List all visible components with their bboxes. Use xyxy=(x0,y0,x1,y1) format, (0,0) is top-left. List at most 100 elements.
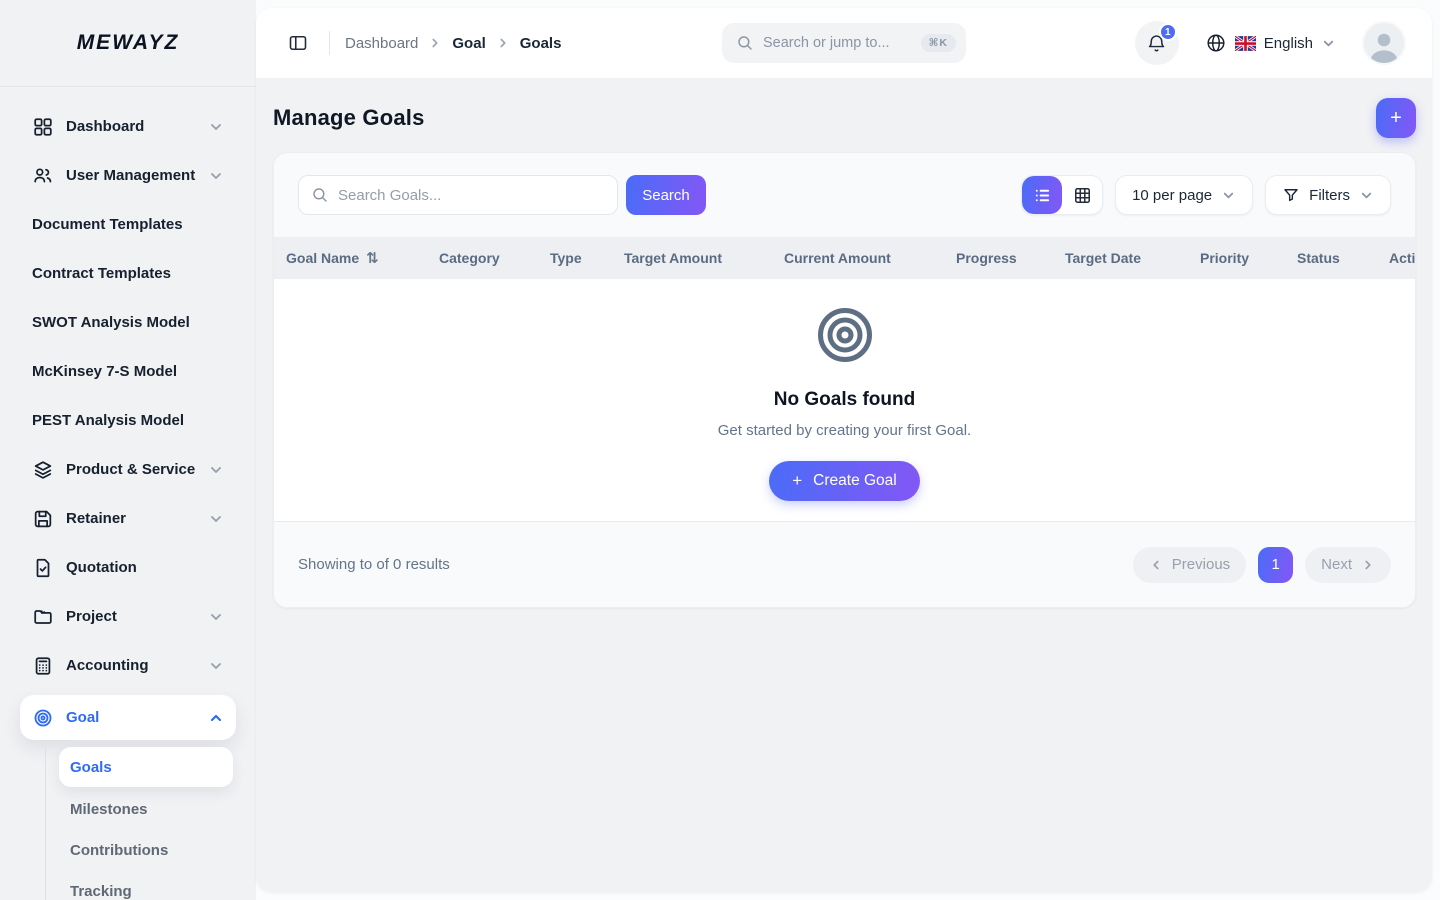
column-status: Status xyxy=(1297,250,1389,266)
subitem-label: Tracking xyxy=(70,883,132,900)
goal-submenu: Goals Milestones Contributions Tracking xyxy=(45,747,236,900)
topbar: Dashboard Goal Goals ⌘K 1 xyxy=(256,8,1432,78)
goals-search-field[interactable] xyxy=(298,175,618,215)
panel-left-icon xyxy=(288,33,308,53)
toolbar-right: 10 per page Filters xyxy=(1021,175,1391,215)
column-progress: Progress xyxy=(956,250,1065,266)
sidebar-item-label: Project xyxy=(66,607,196,627)
breadcrumb-goal[interactable]: Goal xyxy=(452,35,485,52)
grid-view-button[interactable] xyxy=(1062,176,1102,214)
next-label: Next xyxy=(1321,556,1352,573)
chevron-right-icon xyxy=(1361,558,1375,572)
sidebar-item-accounting[interactable]: Accounting xyxy=(20,646,236,686)
users-icon xyxy=(32,165,54,187)
view-toggle xyxy=(1021,175,1103,215)
layers-icon xyxy=(32,459,54,481)
grid-icon xyxy=(32,116,54,138)
create-goal-button[interactable]: + Create Goal xyxy=(769,461,920,501)
notifications-button[interactable]: 1 xyxy=(1135,21,1179,65)
user-silhouette-icon xyxy=(1366,29,1402,63)
title-row: Manage Goals + xyxy=(273,98,1416,138)
sidebar-item-document-templates[interactable]: Document Templates xyxy=(20,205,236,245)
breadcrumb-goals[interactable]: Goals xyxy=(520,35,562,52)
sidebar-subitem-contributions[interactable]: Contributions xyxy=(59,831,233,869)
target-icon xyxy=(816,306,874,364)
filters-button[interactable]: Filters xyxy=(1265,175,1391,215)
empty-state: No Goals found Get started by creating y… xyxy=(274,279,1415,521)
column-type: Type xyxy=(550,250,624,266)
search-icon xyxy=(311,186,329,204)
breadcrumb-dashboard[interactable]: Dashboard xyxy=(345,35,418,52)
empty-state-subtitle: Get started by creating your first Goal. xyxy=(274,422,1415,439)
previous-page-button[interactable]: Previous xyxy=(1133,547,1246,583)
column-label: Goal Name xyxy=(286,250,359,266)
sidebar-item-dashboard[interactable]: Dashboard xyxy=(20,107,236,147)
chevron-up-icon xyxy=(208,710,224,726)
table-grid-icon xyxy=(1073,186,1092,205)
sidebar-item-pest-analysis[interactable]: PEST Analysis Model xyxy=(20,401,236,441)
column-current-amount: Current Amount xyxy=(784,250,956,266)
sidebar-item-product-service[interactable]: Product & Service xyxy=(20,450,236,490)
per-page-value: 10 per page xyxy=(1132,187,1212,204)
sidebar-item-label: Dashboard xyxy=(66,117,196,137)
search-button[interactable]: Search xyxy=(626,175,706,215)
global-search-input[interactable] xyxy=(763,35,912,51)
folder-icon xyxy=(32,606,54,628)
sidebar-item-quotation[interactable]: Quotation xyxy=(20,548,236,588)
save-icon xyxy=(32,508,54,530)
list-icon xyxy=(1033,186,1052,205)
sidebar-item-label: Quotation xyxy=(66,558,224,578)
search-icon xyxy=(736,34,754,52)
sidebar-item-label: Document Templates xyxy=(32,215,224,235)
subitem-label: Goals xyxy=(70,759,112,776)
subitem-label: Milestones xyxy=(70,801,148,818)
sidebar-item-contract-templates[interactable]: Contract Templates xyxy=(20,254,236,294)
chevron-down-icon xyxy=(208,609,224,625)
sidebar-item-label: User Management xyxy=(66,166,196,186)
sidebar: MEWAYZ Dashboard User Management Documen… xyxy=(0,0,256,900)
pagination: Previous 1 Next xyxy=(1133,547,1391,583)
goals-toolbar: Search 10 per page xyxy=(274,153,1415,237)
global-search[interactable]: ⌘K xyxy=(722,23,966,63)
chevron-down-icon xyxy=(1359,188,1374,203)
chevron-down-icon xyxy=(208,168,224,184)
column-actions: Actions xyxy=(1389,250,1416,266)
sidebar-item-retainer[interactable]: Retainer xyxy=(20,499,236,539)
sort-icon[interactable]: ⇅ xyxy=(366,249,379,267)
language-selector[interactable]: English xyxy=(1205,32,1336,54)
chevron-down-icon xyxy=(1221,188,1236,203)
plus-icon: + xyxy=(1390,108,1402,128)
goals-search-input[interactable] xyxy=(338,187,605,204)
sidebar-item-label: Retainer xyxy=(66,509,196,529)
per-page-select[interactable]: 10 per page xyxy=(1115,175,1253,215)
app-root: MEWAYZ Dashboard User Management Documen… xyxy=(0,0,1440,900)
sidebar-item-goal[interactable]: Goal xyxy=(20,695,236,740)
card-footer: Showing to of 0 results Previous 1 Next xyxy=(274,521,1415,607)
sidebar-subitem-tracking[interactable]: Tracking xyxy=(59,872,233,900)
breadcrumb: Dashboard Goal Goals xyxy=(345,35,561,52)
sidebar-item-label: SWOT Analysis Model xyxy=(32,313,224,333)
chevron-down-icon xyxy=(208,511,224,527)
sidebar-nav: Dashboard User Management Document Templ… xyxy=(0,87,256,900)
empty-state-title: No Goals found xyxy=(274,389,1415,411)
add-goal-button[interactable]: + xyxy=(1376,98,1416,138)
sidebar-subitem-milestones[interactable]: Milestones xyxy=(59,790,233,828)
column-target-amount: Target Amount xyxy=(624,250,784,266)
sidebar-toggle-button[interactable] xyxy=(282,27,314,59)
page-1-button[interactable]: 1 xyxy=(1258,547,1293,583)
sidebar-item-mckinsey-7s[interactable]: McKinsey 7-S Model xyxy=(20,352,236,392)
sidebar-item-user-management[interactable]: User Management xyxy=(20,156,236,196)
list-view-button[interactable] xyxy=(1022,176,1062,214)
sidebar-item-swot-analysis[interactable]: SWOT Analysis Model xyxy=(20,303,236,343)
avatar[interactable] xyxy=(1362,21,1406,65)
chevron-left-icon xyxy=(1149,558,1163,572)
column-goal-name[interactable]: Goal Name ⇅ xyxy=(274,249,439,267)
sidebar-subitem-goals[interactable]: Goals xyxy=(59,747,233,787)
column-category: Category xyxy=(439,250,550,266)
calculator-icon xyxy=(32,655,54,677)
notification-badge: 1 xyxy=(1159,23,1177,41)
next-page-button[interactable]: Next xyxy=(1305,547,1391,583)
page-content: Manage Goals + Search xyxy=(256,78,1432,892)
sidebar-item-project[interactable]: Project xyxy=(20,597,236,637)
topbar-left: Dashboard Goal Goals xyxy=(282,27,561,59)
